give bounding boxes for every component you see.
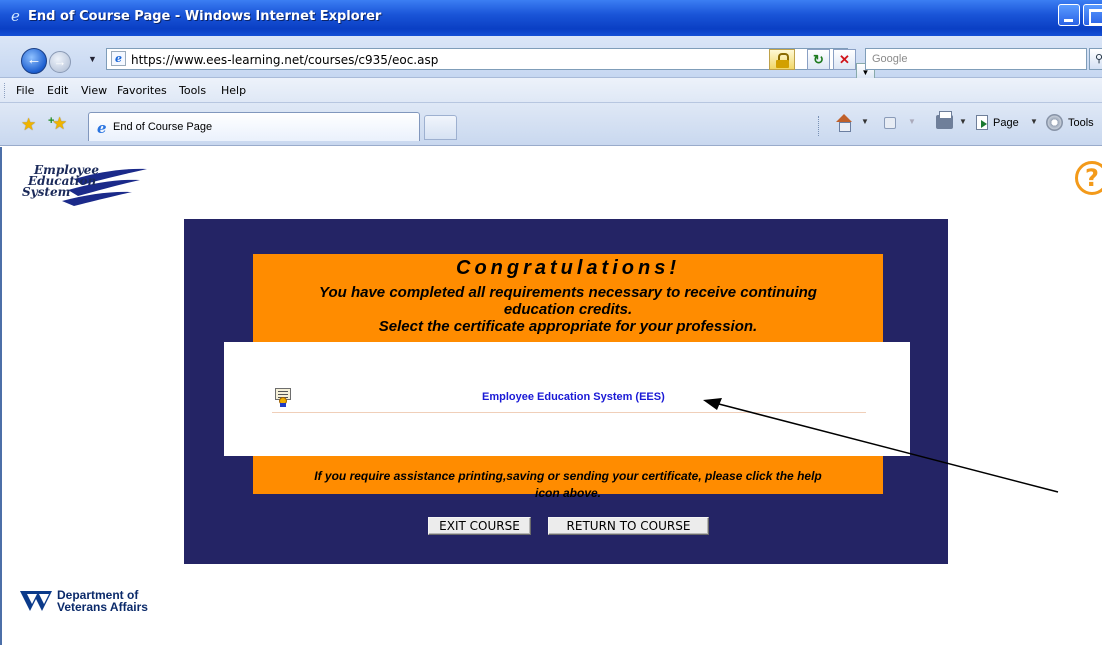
menu-file[interactable]: File: [16, 84, 34, 97]
page-menu-label[interactable]: Page: [993, 117, 1019, 129]
ees-certificate-link[interactable]: Employee Education System (EES): [482, 391, 665, 403]
certificate-icon[interactable]: [275, 388, 291, 407]
va-name: Department of Veterans Affairs: [57, 589, 148, 613]
help-icon[interactable]: ?: [1075, 161, 1102, 195]
menu-tools[interactable]: Tools: [179, 84, 206, 97]
menu-favorites[interactable]: Favorites: [117, 84, 167, 97]
command-separator: [818, 116, 819, 136]
search-input[interactable]: Google: [865, 48, 1087, 70]
certificate-divider: [272, 412, 866, 413]
assistance-message: If you require assistance printing,savin…: [253, 468, 883, 502]
forward-button[interactable]: →: [49, 51, 71, 73]
tab-ie-icon: e: [97, 119, 107, 137]
new-tab-button[interactable]: [424, 115, 457, 140]
search-placeholder: Google: [872, 53, 908, 65]
tab-end-of-course[interactable]: e End of Course Page: [88, 112, 420, 141]
page-content: Employee Education System ? Congratulati…: [0, 147, 1102, 645]
completion-line-1: You have completed all requirements nece…: [319, 284, 817, 301]
stop-button[interactable]: ✕: [833, 49, 856, 70]
maximize-button[interactable]: [1083, 4, 1102, 26]
print-icon[interactable]: [936, 111, 953, 129]
completion-message: You have completed all requirements nece…: [253, 284, 883, 335]
tab-command-bar: ★ ★ e End of Course Page ▼ ▼ ▼ Page ▼ To…: [0, 103, 1102, 146]
return-to-course-button[interactable]: RETURN TO COURSE: [548, 517, 709, 535]
search-icon[interactable]: ⚲: [1089, 48, 1102, 70]
logo-line-3: System: [22, 185, 71, 199]
favorites-star-icon[interactable]: ★: [21, 115, 36, 135]
certificate-list: Employee Education System (EES): [224, 342, 910, 456]
home-dropdown-icon[interactable]: ▼: [861, 117, 869, 126]
va-seal-icon: [20, 591, 54, 613]
congrats-title: Congratulations!: [456, 257, 680, 279]
address-field[interactable]: e https://www.ees-learning.net/courses/c…: [106, 48, 875, 81]
menu-help[interactable]: Help: [221, 84, 246, 97]
feeds-icon[interactable]: [884, 117, 896, 129]
ees-logo: Employee Education System: [22, 163, 152, 207]
refresh-button[interactable]: ↻: [807, 49, 830, 70]
window-title: End of Course Page - Windows Internet Ex…: [28, 9, 382, 24]
ie-logo-icon: e: [11, 7, 20, 25]
address-toolbar: ← → ▼ e https://www.ees-learning.net/cou…: [0, 36, 1102, 81]
page-dropdown-icon[interactable]: ▼: [1030, 117, 1038, 126]
select-certificate-line: Select the certificate appropriate for y…: [378, 318, 758, 335]
menu-grip[interactable]: [4, 83, 7, 98]
page-menu-icon[interactable]: [976, 115, 988, 130]
tools-gear-icon[interactable]: [1046, 114, 1063, 131]
assist-line-1: If you require assistance printing,savin…: [314, 469, 822, 483]
assist-line-2: icon above.: [534, 486, 602, 500]
menu-edit[interactable]: Edit: [47, 84, 68, 97]
menu-view[interactable]: View: [81, 84, 107, 97]
home-icon[interactable]: [836, 114, 853, 132]
url-text[interactable]: https://www.ees-learning.net/courses/c93…: [131, 53, 438, 67]
tools-menu-label[interactable]: Tools: [1068, 117, 1094, 129]
menu-bar: File Edit View Favorites Tools Help: [0, 78, 1102, 103]
minimize-button[interactable]: [1058, 4, 1080, 26]
va-logo: Department of Veterans Affairs: [20, 586, 170, 626]
exit-course-button[interactable]: EXIT COURSE: [428, 517, 531, 535]
completion-line-2: education credits.: [503, 301, 633, 318]
history-dropdown-icon[interactable]: ▼: [88, 54, 97, 64]
feeds-dropdown-icon[interactable]: ▼: [908, 117, 916, 126]
tab-label: End of Course Page: [113, 121, 213, 133]
back-button[interactable]: ←: [21, 48, 47, 74]
add-favorite-icon[interactable]: ★: [48, 114, 67, 134]
va-line-2: Veterans Affairs: [57, 600, 148, 614]
print-dropdown-icon[interactable]: ▼: [959, 117, 967, 126]
page-ie-icon: e: [111, 51, 126, 66]
security-lock-icon[interactable]: [769, 49, 795, 70]
window-title-bar: e End of Course Page - Windows Internet …: [0, 0, 1102, 36]
